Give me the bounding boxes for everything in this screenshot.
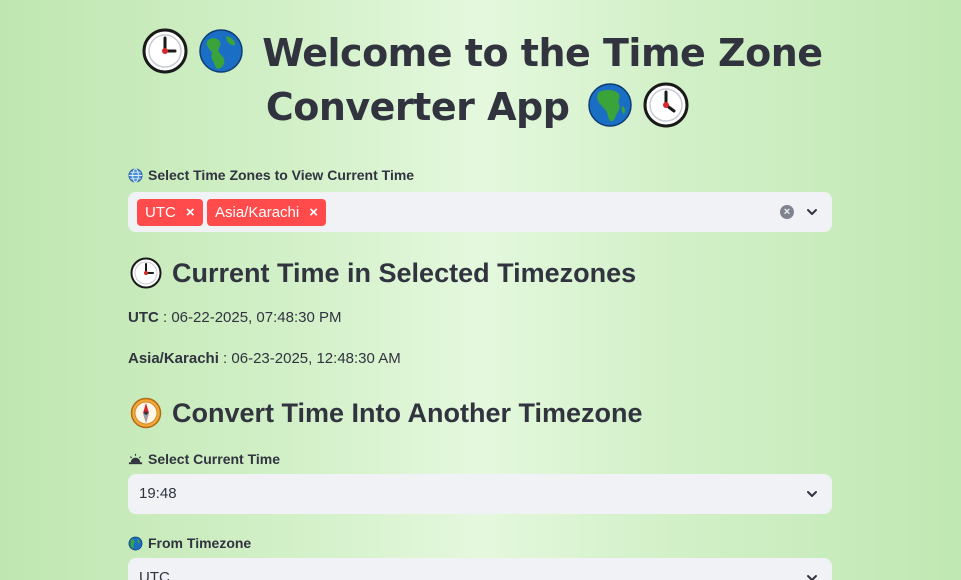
chip-asia-karachi[interactable]: Asia/Karachi × xyxy=(207,199,326,226)
clock-icon xyxy=(130,257,162,289)
from-timezone-select[interactable]: UTC xyxy=(128,558,832,580)
time-row-utc: UTC : 06-22-2025, 07:48:30 PM xyxy=(128,309,342,326)
sunrise-icon xyxy=(128,453,143,464)
timezones-select-label: Select Time Zones to View Current Time xyxy=(128,166,414,184)
time-row-asia-karachi: Asia/Karachi : 06-23-2025, 12:48:30 AM xyxy=(128,350,401,367)
remove-chip-icon[interactable]: × xyxy=(186,199,195,226)
compass-icon xyxy=(130,397,162,429)
convert-heading: Convert Time Into Another Timezone xyxy=(130,395,643,431)
current-time-select[interactable]: 19:48 xyxy=(128,474,832,514)
chevron-down-icon[interactable] xyxy=(806,572,818,580)
clear-all-icon[interactable]: × xyxy=(780,205,794,219)
globe-meridians-icon xyxy=(128,167,143,183)
globe-africa-icon xyxy=(588,83,632,127)
globe-americas-icon xyxy=(199,29,244,73)
title-line-1: Welcome to the Time Zone xyxy=(262,31,823,75)
globe-icon xyxy=(128,536,143,550)
remove-chip-icon[interactable]: × xyxy=(309,199,318,226)
current-time-heading: Current Time in Selected Timezones xyxy=(130,255,636,291)
chevron-down-icon[interactable] xyxy=(806,206,818,218)
chevron-down-icon[interactable] xyxy=(806,488,818,500)
from-timezone-label: From Timezone xyxy=(128,534,251,552)
title-line-2: Converter App xyxy=(265,85,570,129)
chip-utc[interactable]: UTC × xyxy=(137,199,203,226)
clock-icon xyxy=(142,28,188,74)
page-title: Welcome to the Time Zone Converter App xyxy=(128,26,832,134)
timezones-multiselect[interactable]: UTC × Asia/Karachi × × xyxy=(128,192,832,232)
clock-icon xyxy=(643,82,689,128)
current-time-select-label: Select Current Time xyxy=(128,450,280,468)
